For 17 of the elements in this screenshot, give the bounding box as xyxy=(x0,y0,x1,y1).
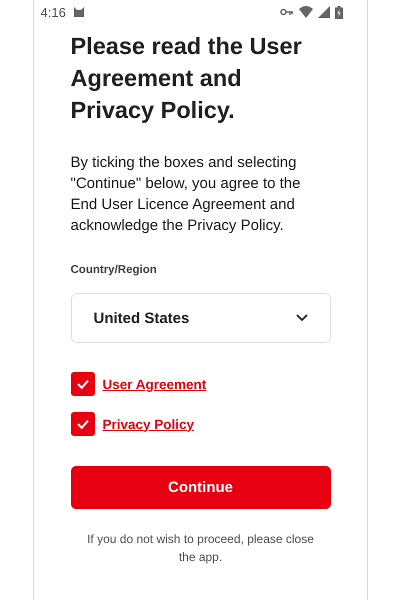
checkbox[interactable] xyxy=(70,412,94,436)
signal-icon xyxy=(318,6,330,18)
chevron-down-icon xyxy=(296,314,308,322)
country-dropdown[interactable]: United States xyxy=(70,293,330,343)
footer-note: If you do not wish to proceed, please close the app. xyxy=(86,531,315,566)
continue-button[interactable]: Continue xyxy=(70,466,330,509)
battery-icon xyxy=(334,6,342,18)
agreement-link[interactable]: User Agreement xyxy=(102,376,206,392)
country-label: Country/Region xyxy=(70,264,158,276)
cat-icon xyxy=(72,6,85,18)
wifi-icon xyxy=(298,6,312,18)
page-title: Please read the User Agreement and Privacy Policy. xyxy=(70,32,303,125)
key-icon xyxy=(280,8,294,16)
agreement-link[interactable]: Privacy Policy xyxy=(102,416,194,432)
status-time: 4:16 xyxy=(40,4,66,20)
description-text: By ticking the boxes and selecting "Continue" below, you agree to the End User Licence Agreement and acknowledge the Privacy Policy. xyxy=(70,153,302,236)
checkbox[interactable] xyxy=(70,372,94,396)
